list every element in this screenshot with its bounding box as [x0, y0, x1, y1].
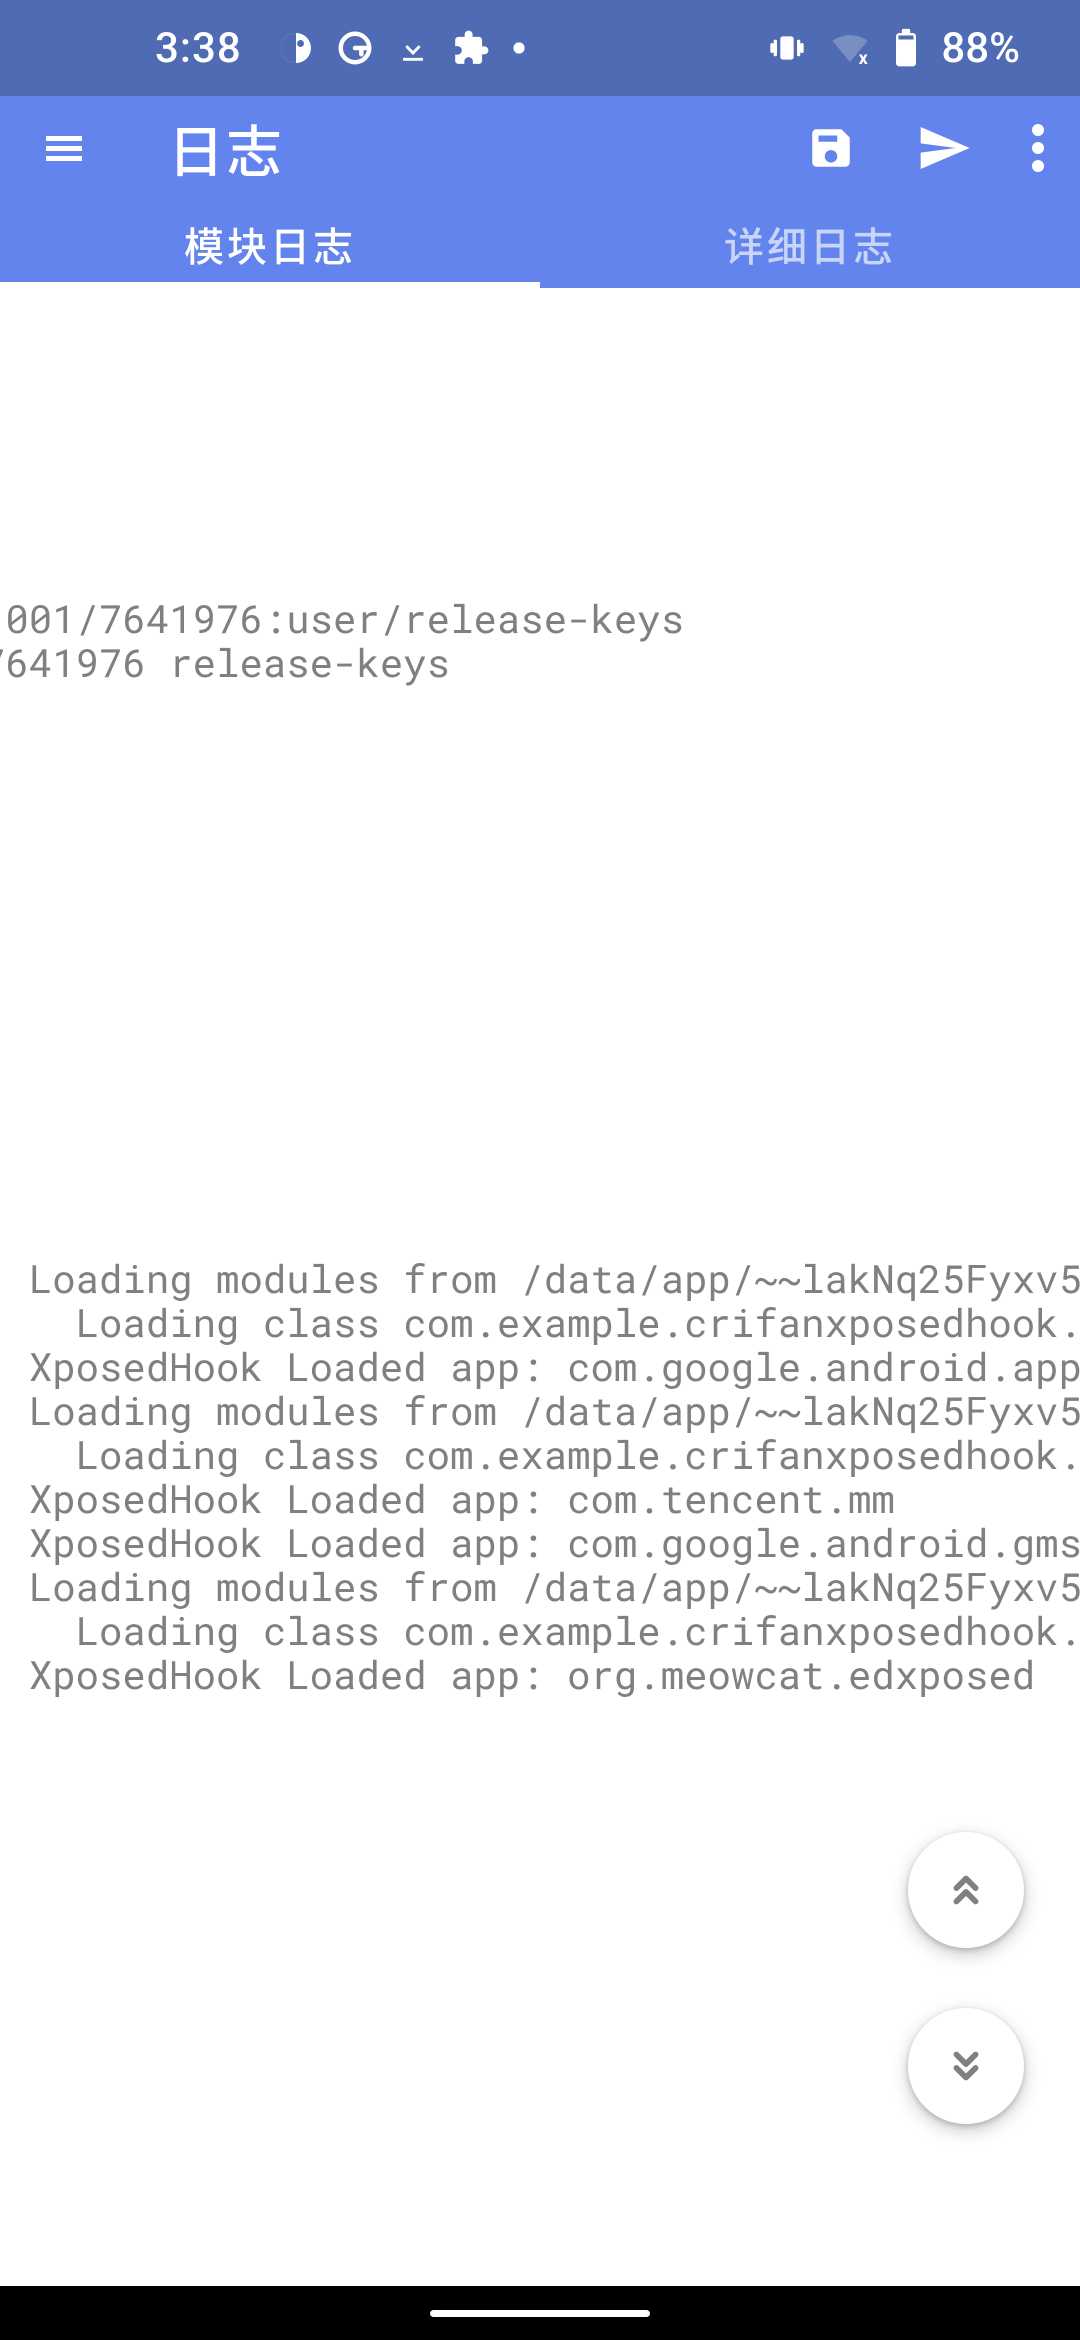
- tab-label: 模块日志: [184, 215, 356, 273]
- wifi-icon: x: [829, 27, 871, 69]
- battery-icon: [893, 28, 919, 68]
- puzzle-icon: [452, 29, 490, 67]
- chevrons-up-icon: [943, 1867, 989, 1913]
- save-icon: [806, 123, 856, 173]
- appbar-actions: [806, 120, 1044, 176]
- moon-icon: [278, 30, 314, 66]
- overflow-button[interactable]: [1032, 124, 1044, 172]
- scroll-top-button[interactable]: [908, 1832, 1024, 1948]
- chevrons-down-icon: [943, 2043, 989, 2089]
- status-right: x 88%: [767, 24, 1020, 73]
- hamburger-icon: [40, 124, 88, 172]
- vibrate-icon: [767, 28, 807, 68]
- more-vert-icon: [1032, 124, 1044, 172]
- status-left: 3:38: [155, 24, 526, 73]
- status-bar: 3:38 x 88%: [0, 0, 1080, 96]
- dot-icon: [512, 41, 526, 55]
- tab-module-log[interactable]: 模块日志: [0, 200, 540, 288]
- tab-label: 详细日志: [724, 215, 896, 273]
- scroll-bottom-button[interactable]: [908, 2008, 1024, 2124]
- log-text: .001/7641976:user/release-keys 7641976 r…: [0, 288, 1080, 1696]
- log-area[interactable]: .001/7641976:user/release-keys 7641976 r…: [0, 288, 1080, 2286]
- tab-detail-log[interactable]: 详细日志: [540, 200, 1080, 288]
- svg-text:x: x: [859, 49, 868, 69]
- google-icon: [336, 29, 374, 67]
- save-button[interactable]: [806, 123, 856, 173]
- tabs: 模块日志 详细日志: [0, 200, 1080, 288]
- download-icon: [396, 31, 430, 65]
- send-button[interactable]: [916, 120, 972, 176]
- app-bar: 日志: [0, 96, 1080, 200]
- navigation-bar: [0, 2286, 1080, 2340]
- send-icon: [916, 120, 972, 176]
- gesture-handle[interactable]: [430, 2310, 650, 2317]
- page-title: 日志: [168, 108, 806, 189]
- status-clock: 3:38: [155, 24, 242, 73]
- menu-button[interactable]: [28, 124, 100, 172]
- battery-percentage: 88%: [941, 24, 1020, 73]
